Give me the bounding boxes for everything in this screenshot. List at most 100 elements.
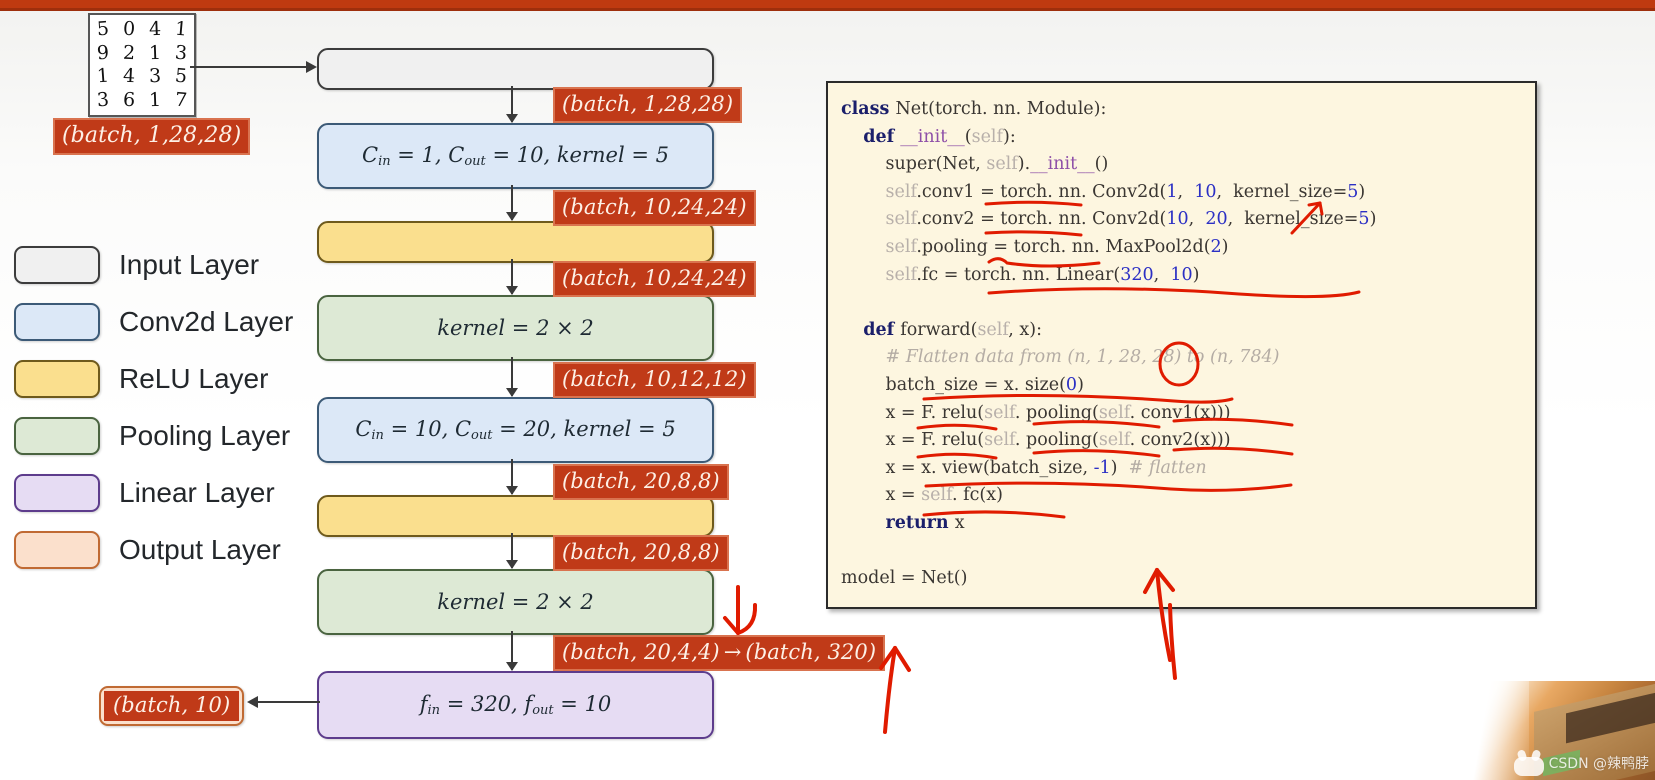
- mnist-digit: 1: [148, 41, 162, 64]
- flow-box-conv2: Cin = 10, Cout = 20, kernel = 5: [317, 397, 714, 463]
- pool2-params: kernel = 2 × 2: [437, 590, 594, 614]
- flow-box-pool2: kernel = 2 × 2: [317, 569, 714, 635]
- legend-item: Conv2d Layer: [14, 293, 293, 350]
- mnist-digit: 5: [174, 64, 189, 88]
- flatten-from: (batch, 20,4,4): [562, 640, 720, 664]
- mnist-digit-row: 1435: [90, 64, 194, 88]
- code-token: x =: [841, 485, 922, 506]
- code-token: 5: [1347, 181, 1359, 202]
- legend-item: Pooling Layer: [14, 407, 293, 464]
- code-token: def: [863, 126, 901, 147]
- csdn-watermark: CSDN @辣鸭脖: [1513, 749, 1649, 776]
- code-token: , kernel_size=: [1216, 181, 1348, 202]
- connector-3: [506, 259, 518, 295]
- code-token: 5: [1358, 209, 1370, 230]
- shape-tag-3: (batch, 10,12,12): [553, 362, 756, 398]
- mnist-to-input-arrow: [190, 61, 317, 73]
- legend-item: Input Layer: [14, 236, 293, 293]
- code-line: def forward(self, x):: [841, 317, 1535, 345]
- code-line: return x: [841, 510, 1535, 538]
- code-token: batch_size = x. size(: [841, 374, 1066, 395]
- flatten-arrow-glyph: →: [723, 640, 742, 664]
- legend-item: Output Layer: [14, 521, 293, 578]
- code-panel: class Net(torch. nn. Module): def __init…: [826, 81, 1537, 609]
- legend-swatch: [14, 473, 100, 512]
- flow-box-relu2: [317, 495, 714, 537]
- mnist-digit: 1: [96, 64, 110, 88]
- connector-1: [506, 86, 518, 123]
- code-token: x: [954, 512, 965, 533]
- legend-label: Pooling Layer: [119, 419, 291, 451]
- shape-tag-5: (batch, 20,8,8): [553, 535, 729, 571]
- legend-label: ReLU Layer: [119, 362, 269, 394]
- code-token: . conv2(x))): [1129, 430, 1231, 451]
- code-token: return: [885, 512, 955, 533]
- code-token: self: [885, 236, 917, 257]
- legend-swatch: [14, 302, 100, 341]
- code-token: (: [964, 126, 972, 147]
- code-token: ).: [1017, 154, 1031, 175]
- code-token: . pooling(: [1014, 430, 1099, 451]
- code-token: 20: [1205, 209, 1228, 230]
- pool1-params: kernel = 2 × 2: [437, 316, 594, 340]
- mnist-digit: 3: [174, 41, 189, 65]
- code-token: ,: [1188, 209, 1206, 230]
- mnist-digit: 1: [174, 17, 189, 41]
- code-token: # Flatten data from (n, 1, 28, 28) to (n…: [885, 347, 1280, 368]
- mnist-digit: 5: [96, 17, 110, 41]
- code-token: self: [986, 154, 1018, 175]
- code-token: Net(torch. nn. Module):: [895, 99, 1107, 119]
- watermark-text: CSDN @辣鸭脖: [1548, 756, 1649, 772]
- code-line: self.conv1 = torch. nn. Conv2d(1, 10, ke…: [841, 179, 1535, 207]
- output-shape-tag: (batch, 10): [104, 691, 240, 721]
- code-token: 1: [1166, 181, 1178, 202]
- flow-box-linear: fin = 320, fout = 10: [317, 671, 714, 739]
- mnist-digit-row: 9213: [90, 41, 194, 65]
- code-token: ,: [1177, 181, 1195, 202]
- code-token: ): [1358, 181, 1366, 202]
- mnist-digit-grid: 5041921314353617: [88, 13, 196, 117]
- mnist-digit: 9: [96, 41, 110, 64]
- mnist-digit: 3: [148, 65, 162, 88]
- code-line: x = self. fc(x): [841, 482, 1535, 510]
- code-token: ):: [1003, 126, 1016, 147]
- webcam-overlay: CSDN @辣鸭脖: [1422, 681, 1655, 780]
- code-line: batch_size = x. size(0): [841, 372, 1535, 400]
- legend-swatch: [14, 416, 100, 455]
- shape-tag-2: (batch, 10,24,24): [553, 261, 756, 297]
- mnist-digit-row: 5041: [90, 17, 194, 41]
- mnist-digit: 4: [148, 17, 162, 41]
- legend-label: Input Layer: [119, 248, 260, 280]
- code-token: 320: [1120, 264, 1154, 285]
- shape-tag-1: (batch, 10,24,24): [553, 190, 756, 226]
- code-token: self: [1098, 402, 1130, 423]
- code-token: 0: [1065, 374, 1078, 395]
- conv2-params: Cin = 10, Cout = 20, kernel = 5: [355, 417, 676, 443]
- mnist-digit-row: 3617: [90, 89, 194, 112]
- legend-swatch: [14, 359, 100, 398]
- legend: Input Layer Conv2d Layer ReLU Layer Pooling…: [14, 236, 293, 578]
- shape-tag-0: (batch, 1,28,28): [553, 87, 743, 123]
- code-token: ): [1077, 374, 1084, 395]
- code-token: 10: [1170, 264, 1193, 285]
- code-line: # Flatten data from (n, 1, 28, 28) to (n…: [841, 344, 1535, 372]
- code-line: self.conv2 = torch. nn. Conv2d(10, 20, k…: [841, 206, 1535, 234]
- code-token: 2: [1210, 236, 1222, 257]
- code-token: self: [921, 485, 952, 506]
- code-token: . pooling(: [1014, 402, 1099, 423]
- code-token: x = x. view(batch_size,: [841, 457, 1094, 478]
- mnist-digit: 4: [122, 65, 136, 88]
- code-line: x = x. view(batch_size, -1) # flatten: [841, 455, 1535, 483]
- code-token: self: [984, 430, 1015, 451]
- code-token: ,: [1153, 264, 1171, 285]
- code-token: . fc(x): [951, 485, 1003, 506]
- code-token: self: [971, 126, 1004, 147]
